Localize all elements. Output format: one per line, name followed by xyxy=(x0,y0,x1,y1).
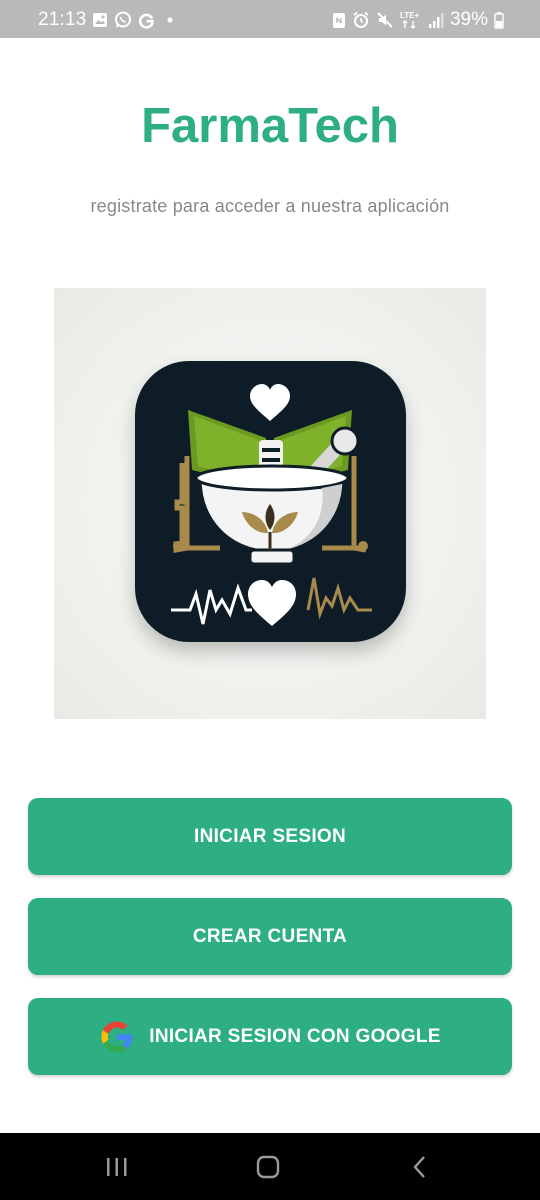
gallery-icon xyxy=(93,13,107,27)
navigation-bar xyxy=(0,1133,540,1200)
app-title: FarmaTech xyxy=(141,99,399,153)
nfc-icon xyxy=(332,13,345,28)
lte-signal-icon: LTE+ xyxy=(400,11,420,29)
home-button[interactable] xyxy=(248,1153,288,1181)
system-icons: LTE+ 39% xyxy=(332,9,504,31)
whatsapp-icon xyxy=(115,11,131,28)
recents-icon xyxy=(107,1158,127,1176)
app-logo-image xyxy=(54,288,486,719)
google-login-button[interactable]: INICIAR SESION CON GOOGLE xyxy=(28,998,512,1075)
status-bar: 21:13 LTE+ 39% xyxy=(0,0,540,38)
google-g-icon xyxy=(138,13,154,29)
status-time: 21:13 xyxy=(38,9,87,30)
back-icon xyxy=(413,1156,425,1178)
login-button[interactable]: INICIAR SESION xyxy=(28,798,512,875)
recents-button[interactable] xyxy=(97,1153,137,1181)
create-account-button-label: CREAR CUENTA xyxy=(192,925,348,947)
google-logo-icon xyxy=(101,1021,133,1052)
home-icon xyxy=(256,1155,280,1179)
battery-percent: 39% xyxy=(449,9,488,30)
google-login-button-label: INICIAR SESION CON GOOGLE xyxy=(149,1025,441,1047)
mute-icon xyxy=(377,12,393,28)
app-logo-icon xyxy=(135,361,406,642)
login-button-label: INICIAR SESION xyxy=(194,825,346,847)
signal-bars-icon xyxy=(428,13,444,28)
alarm-icon xyxy=(353,11,369,28)
battery-icon xyxy=(494,12,504,29)
dot-icon xyxy=(167,17,173,23)
svg-text:LTE+: LTE+ xyxy=(400,11,420,20)
notification-icons xyxy=(92,11,175,29)
app-subtitle: registrate para acceder a nuestra aplica… xyxy=(90,196,450,216)
create-account-button[interactable]: CREAR CUENTA xyxy=(28,898,512,975)
back-button[interactable] xyxy=(400,1153,440,1181)
